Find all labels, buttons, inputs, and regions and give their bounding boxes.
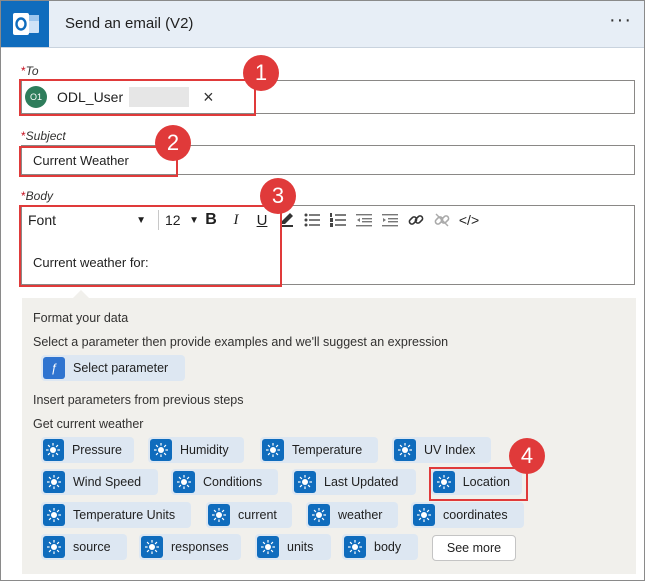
chip-coordinates[interactable]: coordinates bbox=[411, 502, 524, 528]
chip-location[interactable]: Location bbox=[431, 469, 522, 495]
code-view-button[interactable]: </> bbox=[455, 209, 483, 231]
chip-uv-index[interactable]: UV Index bbox=[392, 437, 491, 463]
font-value: Font bbox=[28, 212, 57, 228]
unlink-icon[interactable] bbox=[429, 209, 455, 231]
chip-last-updated[interactable]: Last Updated bbox=[292, 469, 416, 495]
weather-sun-icon bbox=[141, 536, 163, 558]
bold-button[interactable]: B bbox=[199, 209, 223, 231]
decrease-indent-icon[interactable] bbox=[351, 209, 377, 231]
weather-sun-icon bbox=[257, 536, 279, 558]
bullet-list-icon[interactable] bbox=[299, 209, 325, 231]
weather-sun-icon bbox=[344, 536, 366, 558]
toolbar-divider bbox=[158, 210, 159, 230]
chip-conditions[interactable]: Conditions bbox=[171, 469, 278, 495]
action-title: Send an email (V2) bbox=[65, 15, 194, 32]
chip-units[interactable]: units bbox=[255, 534, 331, 560]
numbered-list-icon[interactable] bbox=[325, 209, 351, 231]
outlook-icon bbox=[1, 1, 49, 47]
expression-icon: ƒ bbox=[43, 357, 65, 379]
weather-sun-icon bbox=[433, 471, 455, 493]
chevron-down-icon: ▼ bbox=[136, 214, 146, 226]
weather-sun-icon bbox=[308, 504, 330, 526]
to-label: *To bbox=[21, 64, 39, 78]
recipient-name: ODL_User bbox=[57, 89, 124, 105]
body-toolbar: Font ▼ 12 ▼ B I U </> bbox=[22, 207, 632, 233]
weather-sun-icon bbox=[43, 504, 65, 526]
weather-sun-icon bbox=[43, 471, 65, 493]
send-email-card: Send an email (V2) ··· *To O1 ODL_User ×… bbox=[0, 0, 645, 581]
more-options-button[interactable]: ··· bbox=[609, 9, 632, 32]
chip-source[interactable]: source bbox=[41, 534, 127, 560]
link-icon[interactable] bbox=[403, 209, 429, 231]
weather-sun-icon bbox=[43, 439, 64, 461]
body-label: *Body bbox=[21, 189, 54, 203]
subject-label: *Subject bbox=[21, 129, 66, 143]
callout-badge-1: 1 bbox=[243, 55, 279, 91]
weather-sun-icon bbox=[150, 439, 172, 461]
increase-indent-icon[interactable] bbox=[377, 209, 403, 231]
redacted-text bbox=[129, 87, 190, 107]
weather-sun-icon bbox=[262, 439, 284, 461]
recipient-token: O1 ODL_User × bbox=[25, 85, 214, 109]
group-label: Get current weather bbox=[33, 417, 144, 431]
avatar: O1 bbox=[25, 86, 47, 108]
select-parameter-button[interactable]: ƒ Select parameter bbox=[41, 355, 185, 381]
callout-badge-3: 3 bbox=[260, 178, 296, 214]
font-size-value: 12 bbox=[165, 212, 181, 228]
body-text: Current weather for: bbox=[33, 255, 149, 270]
panel-pointer bbox=[73, 290, 89, 298]
callout-badge-4: 4 bbox=[509, 438, 545, 474]
callout-badge-2: 2 bbox=[155, 125, 191, 161]
chip-body[interactable]: body bbox=[342, 534, 418, 560]
insert-parameters-label: Insert parameters from previous steps bbox=[33, 393, 244, 407]
format-data-heading: Format your data bbox=[33, 311, 129, 325]
italic-button[interactable]: I bbox=[223, 209, 249, 231]
remove-recipient-icon[interactable]: × bbox=[203, 88, 214, 106]
weather-sun-icon bbox=[173, 471, 195, 493]
font-size-dropdown[interactable]: 12 ▼ bbox=[165, 209, 199, 231]
subject-value: Current Weather bbox=[33, 153, 129, 168]
chip-temperature[interactable]: Temperature bbox=[260, 437, 378, 463]
font-dropdown[interactable]: Font ▼ bbox=[22, 209, 152, 231]
weather-sun-icon bbox=[413, 504, 435, 526]
weather-sun-icon bbox=[208, 504, 230, 526]
chip-responses[interactable]: responses bbox=[139, 534, 241, 560]
chip-temperature-units[interactable]: Temperature Units bbox=[41, 502, 191, 528]
see-more-button[interactable]: See more bbox=[432, 535, 516, 561]
weather-sun-icon bbox=[43, 536, 65, 558]
action-header[interactable]: Send an email (V2) ··· bbox=[1, 1, 644, 48]
chevron-down-icon: ▼ bbox=[189, 214, 199, 226]
chip-current[interactable]: current bbox=[206, 502, 292, 528]
chip-wind-speed[interactable]: Wind Speed bbox=[41, 469, 158, 495]
chip-humidity[interactable]: Humidity bbox=[148, 437, 244, 463]
weather-sun-icon bbox=[294, 471, 316, 493]
format-data-hint: Select a parameter then provide examples… bbox=[33, 335, 449, 349]
chip-pressure[interactable]: Pressure bbox=[41, 437, 134, 463]
chip-weather[interactable]: weather bbox=[306, 502, 398, 528]
weather-sun-icon bbox=[394, 439, 416, 461]
